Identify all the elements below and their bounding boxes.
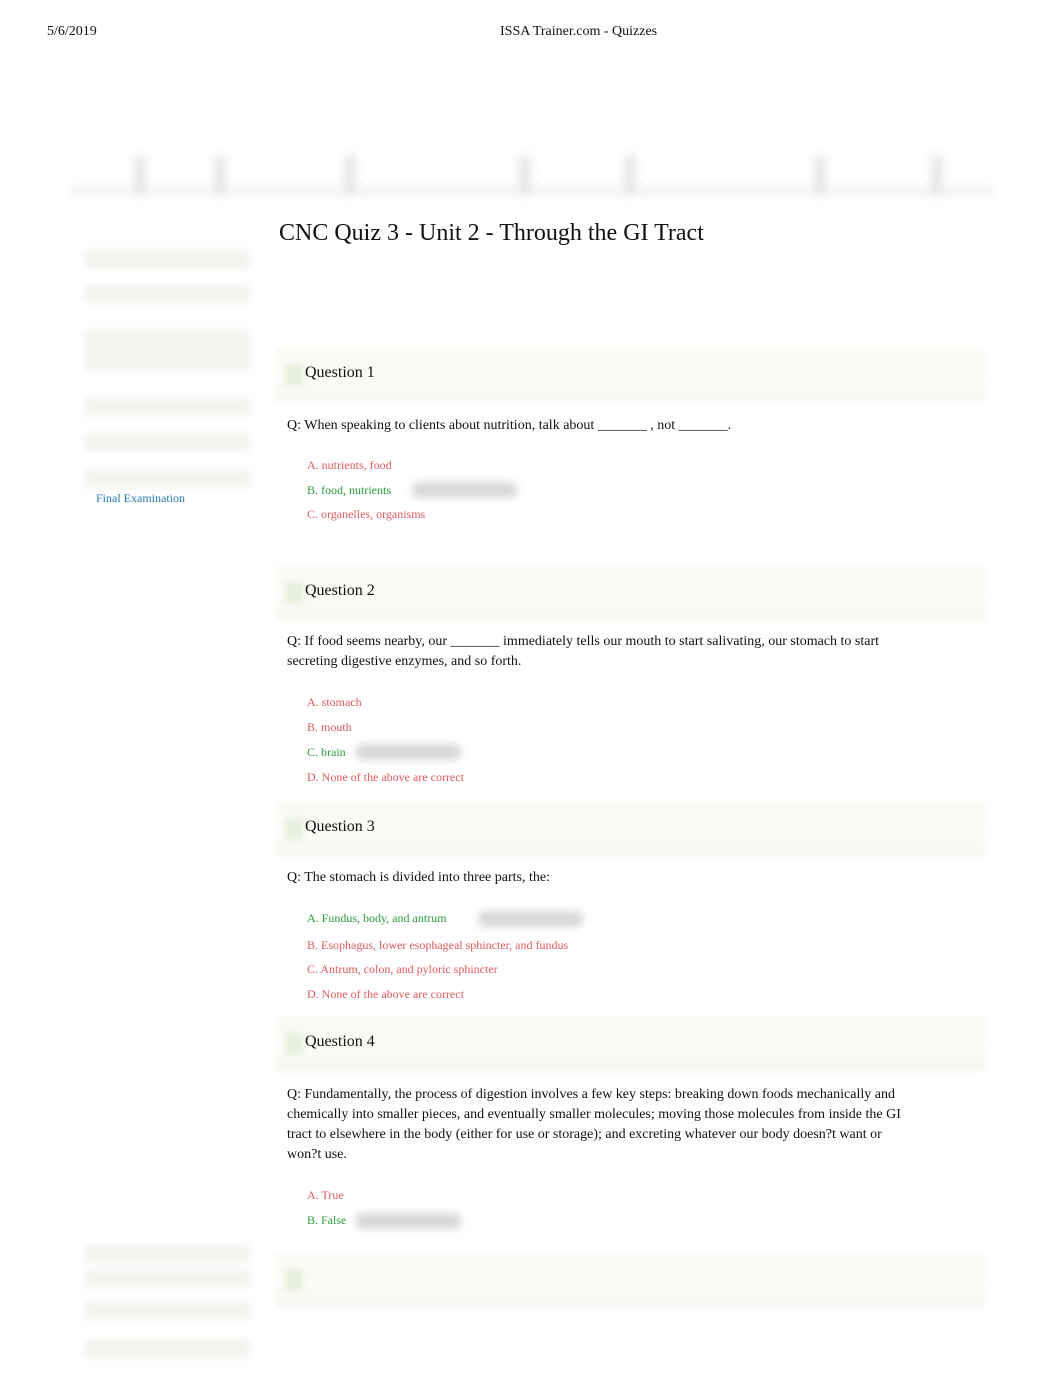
answer-option-correct: B. food, nutrients (307, 483, 391, 497)
answer-option: A. nutrients, food (307, 458, 392, 472)
blurred-sidebar-item (85, 330, 250, 370)
blurred-sidebar-item (85, 433, 250, 451)
page-title: CNC Quiz 3 - Unit 2 - Through the GI Tra… (279, 220, 704, 246)
status-icon (285, 1269, 303, 1291)
blurred-sidebar-item (85, 1340, 250, 1358)
answer-option: D. None of the above are correct (307, 770, 464, 784)
question-header: Question 2 (275, 566, 985, 620)
page: 5/6/2019 ISSA Trainer.com - Quizzes Fina… (0, 0, 1062, 1377)
question-text: Q: The stomach is divided into three par… (287, 870, 550, 885)
sidebar-link-final-examination[interactable]: Final Examination (96, 491, 185, 506)
print-date: 5/6/2019 (47, 24, 97, 39)
question-text: Q: Fundamentally, the process of digesti… (287, 1087, 901, 1162)
answer-option: A. True (307, 1188, 344, 1202)
answer-option: A. stomach (307, 695, 362, 709)
answer-option-correct: A. Fundus, body, and antrum (307, 911, 447, 925)
question-text: Q: If food seems nearby, our _______ imm… (287, 634, 880, 669)
answer-option: C. organelles, organisms (307, 507, 426, 521)
status-icon (285, 364, 303, 386)
blurred-sidebar-item (85, 1270, 250, 1288)
blurred-sidebar-item (85, 470, 250, 488)
blurred-sidebar-item (85, 398, 250, 416)
status-icon (285, 582, 303, 604)
blurred-sidebar-item (85, 285, 250, 303)
answer-option-correct: C. brain (307, 745, 346, 759)
status-icon (285, 818, 303, 840)
question-header-blurred (275, 1253, 985, 1307)
blurred-badge (356, 1213, 461, 1229)
blurred-sidebar-item (85, 1302, 250, 1320)
question-label: Question 4 (305, 1033, 375, 1050)
blurred-sidebar-item (85, 250, 250, 268)
question-label: Question 3 (305, 818, 375, 835)
blurred-badge (412, 482, 517, 498)
answer-option: B. mouth (307, 720, 352, 734)
blurred-badge (356, 744, 461, 760)
blurred-navigation (70, 150, 995, 200)
answer-option-correct: B. False (307, 1213, 347, 1227)
question-header: Question 4 (275, 1017, 985, 1071)
answer-option: D. None of the above are correct (307, 987, 464, 1001)
answer-option: C. Antrum, colon, and pyloric sphincter (307, 962, 498, 976)
answer-option: B. Esophagus, lower esophageal sphincter… (307, 938, 569, 952)
status-icon (285, 1033, 303, 1055)
print-title: ISSA Trainer.com - Quizzes (500, 24, 658, 39)
question-label: Question 1 (305, 364, 375, 381)
question-text: Q: When speaking to clients about nutrit… (287, 418, 732, 433)
question-label: Question 2 (305, 582, 375, 599)
blurred-sidebar-item (85, 1245, 250, 1263)
blurred-badge (478, 911, 583, 927)
question-header: Question 3 (275, 802, 985, 856)
question-header: Question 1 (275, 348, 985, 402)
